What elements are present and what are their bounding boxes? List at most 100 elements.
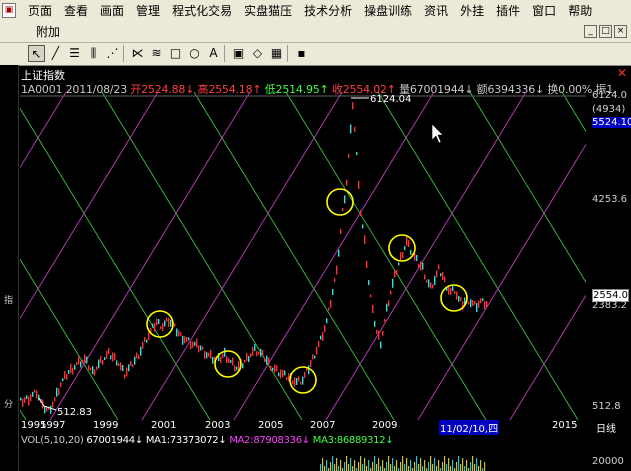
candle xyxy=(62,378,64,382)
candle xyxy=(90,367,92,371)
menu-item[interactable]: 窗口 xyxy=(526,0,562,22)
text-tool-icon[interactable]: A xyxy=(205,45,222,62)
candle xyxy=(486,301,488,307)
image-tool-icon[interactable]: ▣ xyxy=(230,45,247,62)
save-tool-icon[interactable]: ▪ xyxy=(293,45,310,62)
candle xyxy=(244,359,246,363)
gann-line-green xyxy=(20,409,27,420)
color-tool-icon[interactable]: ▦ xyxy=(268,45,285,62)
chart-close-icon[interactable]: ✕ xyxy=(617,66,627,80)
candle xyxy=(368,280,370,286)
price-label-2383: 2383.2 xyxy=(592,300,627,311)
candle xyxy=(334,278,336,283)
menu-item[interactable]: 技术分析 xyxy=(298,0,358,22)
candle xyxy=(472,300,474,306)
gann-lines-green xyxy=(20,92,586,420)
candle xyxy=(72,367,74,375)
candle xyxy=(148,331,150,340)
candle xyxy=(110,355,112,360)
eraser-tool-icon[interactable]: ◇ xyxy=(249,45,266,62)
mouse-cursor-icon xyxy=(431,123,444,144)
candle xyxy=(390,290,392,295)
candle xyxy=(124,374,126,379)
menu-item[interactable]: 操盘训练 xyxy=(358,0,418,22)
candle xyxy=(194,341,196,346)
menu-item[interactable]: 查看 xyxy=(58,0,94,22)
candle xyxy=(254,344,256,352)
volume-bar xyxy=(438,460,440,471)
gann-line-green xyxy=(101,92,303,420)
rectangle-tool-icon[interactable]: □ xyxy=(167,45,184,62)
volume-bar xyxy=(336,458,338,471)
candle xyxy=(362,224,364,229)
menu-item[interactable]: 管理 xyxy=(130,0,166,22)
candle xyxy=(74,364,76,370)
candle xyxy=(84,354,86,364)
candle xyxy=(234,365,236,372)
gann-lines-magenta xyxy=(20,92,586,420)
menu-item[interactable]: 程式化交易 xyxy=(166,0,238,22)
candle xyxy=(476,303,478,313)
candle xyxy=(180,332,182,337)
candle xyxy=(258,351,260,355)
candle xyxy=(370,294,372,298)
menu-item[interactable]: 插件 xyxy=(490,0,526,22)
candle xyxy=(118,363,120,367)
menu-item[interactable]: 外挂 xyxy=(454,0,490,22)
candle xyxy=(374,320,376,327)
candle xyxy=(136,352,138,359)
candle xyxy=(394,270,396,278)
candle xyxy=(396,269,398,275)
candle xyxy=(360,210,362,217)
volume-bar xyxy=(392,458,394,471)
menu-item[interactable]: 资讯 xyxy=(418,0,454,22)
price-label-4934: (4934) xyxy=(592,104,626,115)
menu-item[interactable]: 页面 xyxy=(22,0,58,22)
candle xyxy=(354,126,356,132)
line-tool-icon[interactable]: ╱ xyxy=(47,45,64,62)
menu-item-addon[interactable]: 附加 xyxy=(30,22,66,42)
candle xyxy=(336,265,338,275)
candle xyxy=(114,353,116,361)
candle xyxy=(300,381,302,385)
candle xyxy=(232,357,234,366)
price-chart[interactable]: 6124.04 512.83 xyxy=(20,92,586,420)
candle xyxy=(422,262,424,270)
side-tab-split[interactable]: 分 xyxy=(4,397,13,410)
volume-bars xyxy=(320,456,486,471)
candle xyxy=(156,318,158,326)
menu-item[interactable]: 帮助 xyxy=(562,0,598,22)
volume-bar xyxy=(444,456,446,471)
candle xyxy=(112,352,114,362)
period-lines-tool-icon[interactable]: ⫼ xyxy=(85,45,102,62)
ray-fan-tool-icon[interactable]: ⋉ xyxy=(129,45,146,62)
menu-items: 页面 查看 画面 管理 程式化交易 实盘猫压 技术分析 操盘训练 资讯 外挂 插件 窗口 帮助 xyxy=(22,0,598,22)
volume-bar xyxy=(466,460,468,471)
candle xyxy=(402,252,404,258)
app-icon[interactable]: ▣ xyxy=(2,3,16,18)
menu-item[interactable]: 画面 xyxy=(94,0,130,22)
candle xyxy=(438,264,440,270)
candle xyxy=(24,397,26,403)
pointer-tool-icon[interactable]: ↖ xyxy=(28,45,45,62)
restore-button[interactable]: □ xyxy=(599,25,612,38)
candle xyxy=(34,389,36,393)
volume-bar xyxy=(446,464,448,471)
candle xyxy=(228,358,230,364)
fib-line-tool-icon[interactable]: ☰ xyxy=(66,45,83,62)
candle xyxy=(352,102,354,110)
ellipse-tool-icon[interactable]: ○ xyxy=(186,45,203,62)
parallel-tool-icon[interactable]: ≋ xyxy=(148,45,165,62)
candle xyxy=(206,352,208,359)
candle xyxy=(138,355,140,359)
candle xyxy=(226,356,228,364)
side-tab-index[interactable]: 指 xyxy=(4,293,13,306)
menu-item[interactable]: 实盘猫压 xyxy=(238,0,298,22)
candle xyxy=(474,300,476,305)
minimize-button[interactable]: _ xyxy=(584,25,597,38)
gann-fan-tool-icon[interactable]: ⋰ xyxy=(104,45,121,62)
candle xyxy=(274,364,276,373)
volume-bar xyxy=(458,456,460,471)
candle xyxy=(212,356,214,364)
close-button[interactable]: × xyxy=(614,25,627,38)
